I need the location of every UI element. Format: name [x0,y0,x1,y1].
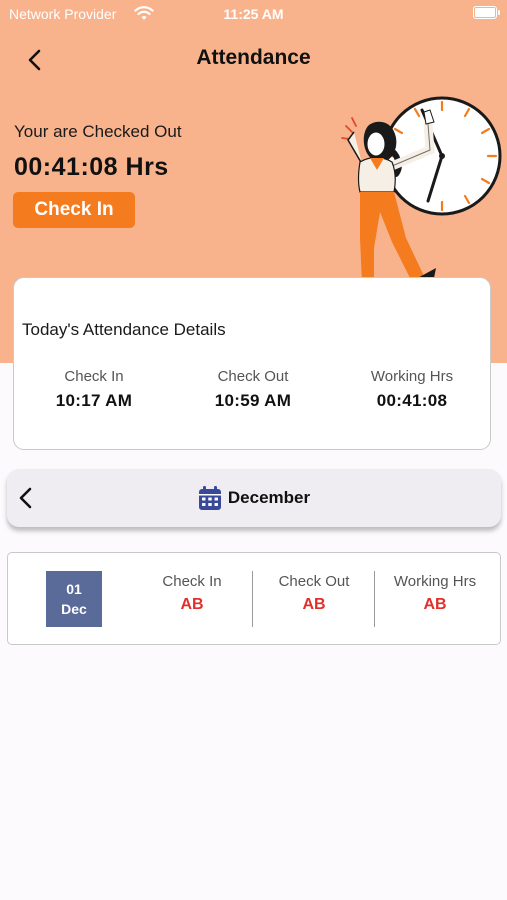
elapsed-time: 00:41:08 Hrs [14,153,169,181]
date-month: Dec [61,601,87,617]
record-working-hrs: Working Hrs AB [375,573,495,614]
check-status-text: Your are Checked Out [14,122,182,141]
today-check-out-label: Check Out [217,368,289,385]
record-working-hrs-value: AB [423,596,447,613]
today-card-title: Today's Attendance Details [22,320,226,339]
month-selector[interactable]: December [7,484,501,512]
record-working-hrs-label: Working Hrs [393,573,477,590]
check-in-button[interactable]: Check In [13,192,135,228]
record-check-in-label: Check In [162,573,222,590]
today-working-hrs-value: 00:41:08 [376,391,448,410]
woman-clock-illustration [341,96,502,292]
today-attendance-card: Today's Attendance Details Check In 10:1… [13,277,491,450]
status-time: 11:25 AM [223,6,284,22]
record-check-out-value: AB [302,596,326,613]
record-check-in: Check In AB [132,573,252,614]
column-divider [252,571,253,627]
battery-icon [473,6,500,19]
record-check-in-value: AB [180,596,204,613]
date-badge: 01 Dec [46,571,102,627]
date-day: 01 [66,581,82,597]
today-working-hrs-label: Working Hrs [370,368,454,385]
month-navigator: December [7,469,501,527]
month-label: December [227,488,311,507]
record-check-out-label: Check Out [278,573,350,590]
today-check-in-label: Check In [64,368,124,385]
record-check-out: Check Out AB [254,573,374,614]
today-check-in: Check In 10:17 AM [14,368,174,411]
attendance-record-row[interactable]: 01 Dec Check In AB Check Out AB Working … [7,552,501,645]
calendar-icon [198,486,221,510]
status-bar: Network Provider 11:25 AM [0,0,507,28]
today-check-out-value: 10:59 AM [214,391,292,410]
today-working-hrs: Working Hrs 00:41:08 [332,368,492,411]
page-title: Attendance [196,46,311,69]
today-check-in-value: 10:17 AM [55,391,133,410]
today-check-out: Check Out 10:59 AM [173,368,333,411]
